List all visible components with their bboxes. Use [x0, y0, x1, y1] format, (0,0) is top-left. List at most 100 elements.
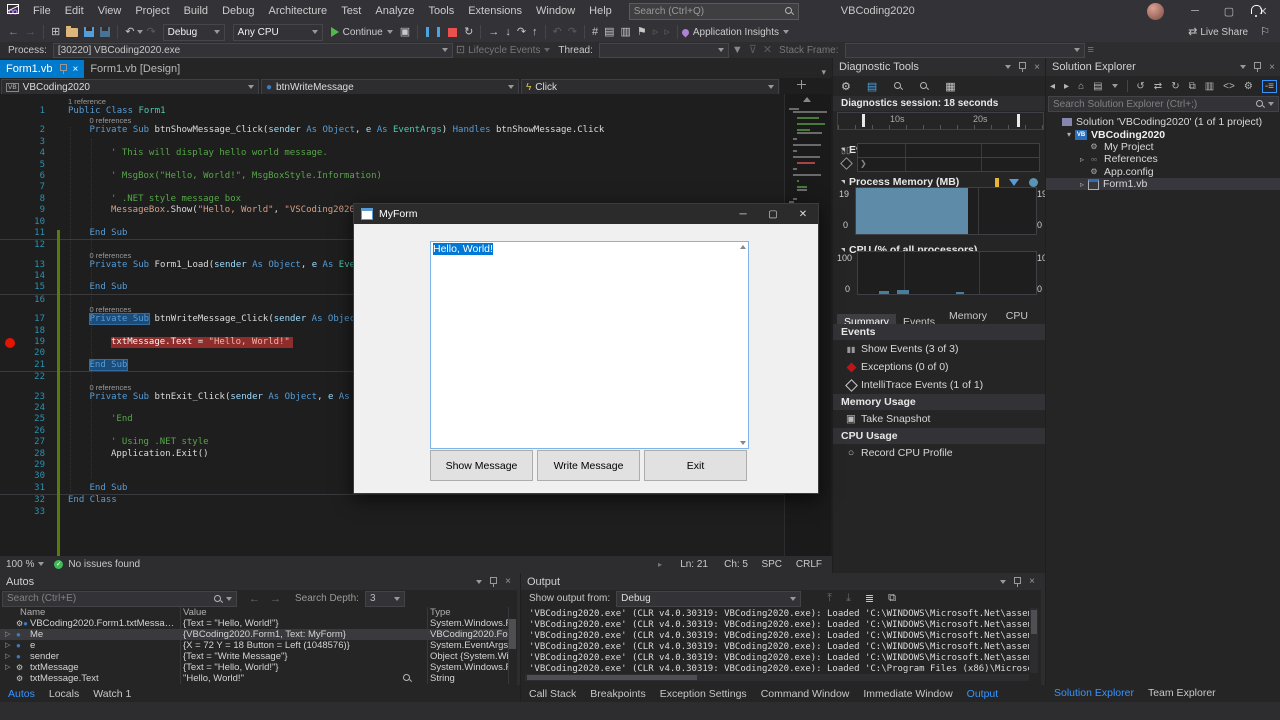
- navigate-forward-doc-icon[interactable]: ▥: [621, 23, 631, 41]
- undo-icon[interactable]: ↶: [125, 23, 134, 41]
- break-all-icon[interactable]: ▣: [400, 23, 410, 41]
- expander-icon[interactable]: ▷: [5, 662, 10, 673]
- line-number[interactable]: 16: [0, 295, 45, 306]
- tree-item-my-project[interactable]: ⚙ My Project: [1046, 141, 1280, 153]
- quick-search-input[interactable]: Search (Ctrl+Q): [628, 2, 799, 20]
- horizontal-scrollbar[interactable]: [525, 674, 1029, 681]
- menu-view[interactable]: View: [91, 5, 129, 17]
- line-number[interactable]: 15: [0, 282, 45, 293]
- codelens-references[interactable]: 1 reference: [0, 98, 784, 106]
- line-number[interactable]: 26: [0, 426, 45, 437]
- code-line[interactable]: 2 Private Sub btnShowMessage_Click(sender…: [0, 125, 784, 136]
- solution-configuration-dropdown[interactable]: Debug: [162, 23, 225, 41]
- menu-test[interactable]: Test: [334, 5, 368, 17]
- close-icon[interactable]: ×: [1034, 62, 1040, 73]
- show-events-link[interactable]: ▮▮ Show Events (3 of 3): [833, 340, 1046, 358]
- line-number[interactable]: 11: [0, 228, 45, 239]
- find-message-icon[interactable]: ⤒: [827, 592, 832, 605]
- line-number[interactable]: 27: [0, 437, 45, 448]
- line-number[interactable]: 6: [0, 171, 45, 182]
- menu-architecture[interactable]: Architecture: [261, 5, 334, 17]
- pause-icon[interactable]: [426, 27, 441, 37]
- code-line[interactable]: 32 End Class: [0, 495, 784, 506]
- live-share-label[interactable]: Live Share: [1200, 27, 1248, 38]
- thread-dropdown[interactable]: [598, 42, 729, 58]
- code-line[interactable]: 7: [0, 182, 784, 193]
- column-name[interactable]: Name: [20, 607, 45, 618]
- breakpoint-icon[interactable]: [5, 338, 15, 348]
- zoom-in-icon[interactable]: [893, 81, 903, 91]
- events-track-1[interactable]: [857, 143, 1040, 158]
- autos-search-input[interactable]: Search (Ctrl+E): [2, 590, 237, 607]
- member-dropdown[interactable]: ● btnWriteMessage: [261, 79, 519, 95]
- line-number[interactable]: 5: [0, 160, 45, 171]
- code-line[interactable]: 4 ' This will display hello world message…: [0, 148, 784, 159]
- search-forward-icon[interactable]: →: [270, 593, 281, 605]
- pin-icon[interactable]: [490, 577, 497, 587]
- autos-row[interactable]: ▷ ● sender {Text = "Write Message"} Object {…: [0, 651, 508, 662]
- step-into-icon[interactable]: ↓: [505, 23, 511, 41]
- tab-command-window[interactable]: Command Window: [761, 688, 850, 700]
- autos-row[interactable]: ⚙●VBCoding2020.Form1.txtMessage.get ... {…: [0, 618, 508, 629]
- exit-button[interactable]: Exit: [644, 450, 747, 481]
- export-icon[interactable]: ▤: [867, 80, 877, 93]
- tab-locals[interactable]: Locals: [49, 688, 79, 700]
- clear-all-icon[interactable]: ≣: [865, 592, 874, 605]
- exceptions-link[interactable]: Exceptions (0 of 0): [833, 358, 1046, 376]
- menu-file[interactable]: File: [26, 5, 58, 17]
- pin-icon[interactable]: [1014, 577, 1021, 587]
- editor-tab[interactable]: Form1.vb [Design]: [84, 60, 186, 78]
- line-number[interactable]: 8: [0, 194, 45, 205]
- code-line[interactable]: 1 Public Class Form1: [0, 106, 784, 117]
- event-dropdown[interactable]: ϟ Click: [521, 79, 779, 95]
- save-all-icon[interactable]: [100, 27, 111, 37]
- line-number[interactable]: 3: [0, 137, 45, 148]
- refresh-icon[interactable]: ↻: [1171, 81, 1179, 92]
- autos-row[interactable]: ▷ ● Me {VBCoding2020.Form1, Text: MyForm} VB…: [0, 629, 508, 640]
- tab-call-stack[interactable]: Call Stack: [529, 688, 576, 700]
- tab-breakpoints[interactable]: Breakpoints: [590, 688, 645, 700]
- line-number[interactable]: 7: [0, 182, 45, 193]
- sync-with-active-document-icon[interactable]: ⇄: [1154, 81, 1162, 92]
- line-number[interactable]: 13: [0, 260, 45, 271]
- switch-views-icon[interactable]: ▤: [1093, 81, 1102, 92]
- navigate-forward-icon[interactable]: →: [25, 23, 36, 41]
- timeline-ruler[interactable]: 10s 20s: [837, 112, 1044, 130]
- line-number[interactable]: 17: [0, 314, 45, 325]
- close-icon[interactable]: ×: [72, 64, 78, 75]
- line-number[interactable]: 1: [0, 106, 45, 117]
- expander-icon[interactable]: ▷: [5, 629, 10, 640]
- pin-icon[interactable]: [60, 64, 67, 74]
- tab-team-explorer[interactable]: Team Explorer: [1148, 687, 1216, 699]
- autos-row[interactable]: ▷ ⚙ txtMessage {Text = "Hello, World!"} Syst…: [0, 662, 508, 673]
- toolbar-options-icon[interactable]: ≡: [1088, 41, 1094, 59]
- line-number[interactable]: 2: [0, 125, 45, 136]
- pin-icon[interactable]: [1019, 62, 1026, 72]
- stop-debugging-icon[interactable]: [448, 27, 458, 37]
- maximize-button[interactable]: ▢: [1212, 0, 1246, 22]
- menu-edit[interactable]: Edit: [58, 5, 91, 17]
- menu-project[interactable]: Project: [128, 5, 176, 17]
- line-number[interactable]: 12: [0, 240, 45, 251]
- line-number[interactable]: 32: [0, 495, 45, 506]
- code-line[interactable]: 6 ' MsgBox("Hello, World!", MsgBoxStyle.I…: [0, 171, 784, 182]
- feedback-icon[interactable]: ⚐: [1260, 23, 1270, 41]
- line-number[interactable]: 10: [0, 217, 45, 228]
- output-source-dropdown[interactable]: Debug: [616, 590, 802, 607]
- close-icon[interactable]: ×: [1269, 62, 1275, 73]
- menu-build[interactable]: Build: [177, 5, 215, 17]
- zoom-out-icon[interactable]: [919, 81, 929, 91]
- settings-gear-icon[interactable]: ⚙: [841, 80, 851, 93]
- output-console[interactable]: 'VBCoding2020.exe' (CLR v4.0.30319: VBCo…: [521, 607, 1029, 675]
- open-file-icon[interactable]: [66, 25, 79, 37]
- line-number[interactable]: 4: [0, 148, 45, 159]
- zoom-level-dropdown[interactable]: 100 %: [6, 559, 34, 570]
- line-number[interactable]: 21: [0, 360, 45, 371]
- toggle-flag-icon[interactable]: ✕: [763, 41, 772, 59]
- step-out-icon[interactable]: ↑: [532, 23, 538, 41]
- nest-icon[interactable]: ⧉: [1189, 81, 1196, 92]
- line-number[interactable]: 33: [0, 507, 45, 518]
- solution-search-input[interactable]: Search Solution Explorer (Ctrl+;): [1048, 96, 1279, 112]
- line-ending-indicator[interactable]: CRLF: [782, 559, 822, 570]
- expander-icon[interactable]: ▷: [5, 651, 10, 662]
